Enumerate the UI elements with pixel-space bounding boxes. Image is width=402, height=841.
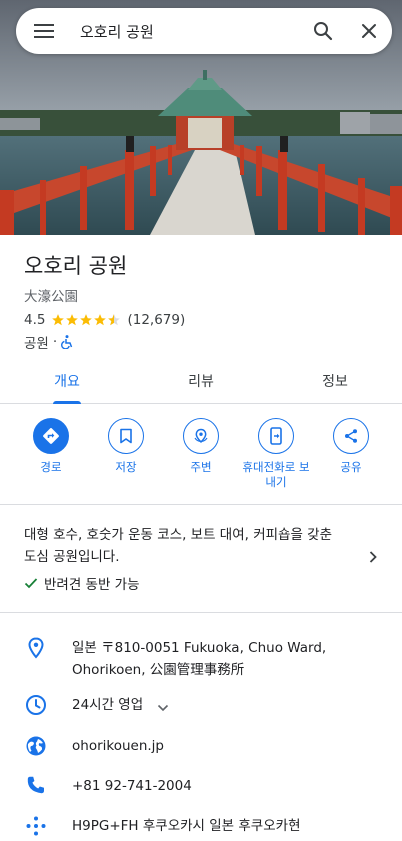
close-button[interactable]: [346, 8, 392, 54]
directions-icon: [43, 428, 59, 444]
share-button[interactable]: 공유: [314, 418, 388, 504]
search-bar[interactable]: 오호리 공원: [16, 8, 392, 54]
bookmark-icon: [120, 428, 132, 444]
divider: [0, 504, 402, 505]
rating-row[interactable]: 4.5 (12,679): [24, 312, 185, 328]
close-icon: [362, 24, 376, 38]
send-to-phone-label: 휴대전화로 보내기: [242, 460, 310, 489]
search-input[interactable]: 오호리 공원: [72, 21, 300, 42]
send-to-phone-icon-circle: [258, 418, 294, 454]
address-row[interactable]: 일본 〒810-0051 Fukuoka, Chuo Ward, Ohoriko…: [0, 637, 402, 681]
divider: [0, 612, 402, 613]
star-icon: [80, 314, 93, 326]
category-label: 공원: [24, 336, 49, 352]
phone-icon: [27, 776, 44, 794]
wheelchair-icon: [61, 335, 73, 349]
pet-friendly-label: 반려견 동반 가능: [44, 577, 140, 593]
plus-code-row[interactable]: H9PG+FH 후쿠오카시 일본 후쿠오카현: [0, 815, 402, 837]
star-icon: [94, 314, 107, 326]
save-button[interactable]: 저장: [89, 418, 163, 504]
star-icon: [52, 314, 65, 326]
review-count[interactable]: (12,679): [127, 312, 185, 328]
half-star-icon: [108, 314, 121, 326]
place-description[interactable]: 대형 호수, 호숫가 운동 코스, 보트 대여, 커피숍을 갖춘 도심 공원입니…: [24, 524, 344, 568]
search-button[interactable]: [300, 8, 346, 54]
hours-row[interactable]: 24시간 영업: [0, 694, 402, 717]
tab-about[interactable]: 정보: [268, 358, 402, 403]
nearby-label: 주변: [190, 460, 212, 474]
send-to-phone-button[interactable]: 휴대전화로 보내기: [239, 418, 313, 504]
save-label: 저장: [115, 460, 137, 474]
clock-icon: [26, 695, 46, 715]
plus-code-icon: [26, 816, 46, 836]
plus-code-text: H9PG+FH 후쿠오카시 일본 후쿠오카현: [72, 818, 301, 834]
phone-row[interactable]: +81 92-741-2004: [0, 775, 402, 797]
share-label: 공유: [340, 460, 362, 474]
nearby-icon-circle: [183, 418, 219, 454]
share-icon: [345, 429, 357, 443]
directions-icon-circle: [33, 418, 69, 454]
globe-icon: [26, 736, 46, 756]
nearby-button[interactable]: 주변: [164, 418, 238, 504]
chevron-right-icon: [369, 551, 377, 563]
chevron-down-icon: [158, 704, 169, 712]
send-to-phone-icon: [270, 427, 282, 445]
hours-expand-button[interactable]: [157, 698, 169, 717]
pet-friendly-row: 반려견 동반 가능: [24, 573, 140, 593]
location-pin-icon: [28, 637, 44, 659]
directions-label: 경로: [40, 460, 62, 474]
menu-button[interactable]: [16, 8, 72, 54]
nearby-icon: [194, 428, 208, 444]
save-icon-circle: [108, 418, 144, 454]
rating-stars: [51, 313, 121, 327]
category-row: 공원 ·: [24, 332, 73, 352]
tab-bar: 개요 리뷰 정보: [0, 358, 402, 404]
menu-icon: [34, 24, 54, 38]
phone-number[interactable]: +81 92-741-2004: [72, 775, 192, 797]
search-icon: [314, 22, 333, 41]
description-expand-button[interactable]: [368, 549, 378, 568]
star-icon: [66, 314, 79, 326]
separator: ·: [52, 334, 58, 350]
hours-text: 24시간 영업: [72, 697, 144, 713]
website-row[interactable]: ohorikouen.jp: [0, 735, 402, 757]
check-icon: [24, 578, 38, 589]
tab-reviews[interactable]: 리뷰: [134, 358, 268, 403]
share-icon-circle: [333, 418, 369, 454]
place-subtitle: 大濠公園: [24, 289, 78, 305]
place-title: 오호리 공원: [24, 254, 128, 278]
directions-button[interactable]: 경로: [14, 418, 88, 504]
website-link[interactable]: ohorikouen.jp: [72, 735, 164, 757]
action-bar: 경로 저장 주변 휴대전화로 보내기 공유: [0, 418, 402, 504]
tab-overview[interactable]: 개요: [0, 358, 134, 403]
rating-value: 4.5: [24, 312, 46, 328]
address-text: 일본 〒810-0051 Fukuoka, Chuo Ward, Ohoriko…: [72, 640, 327, 678]
